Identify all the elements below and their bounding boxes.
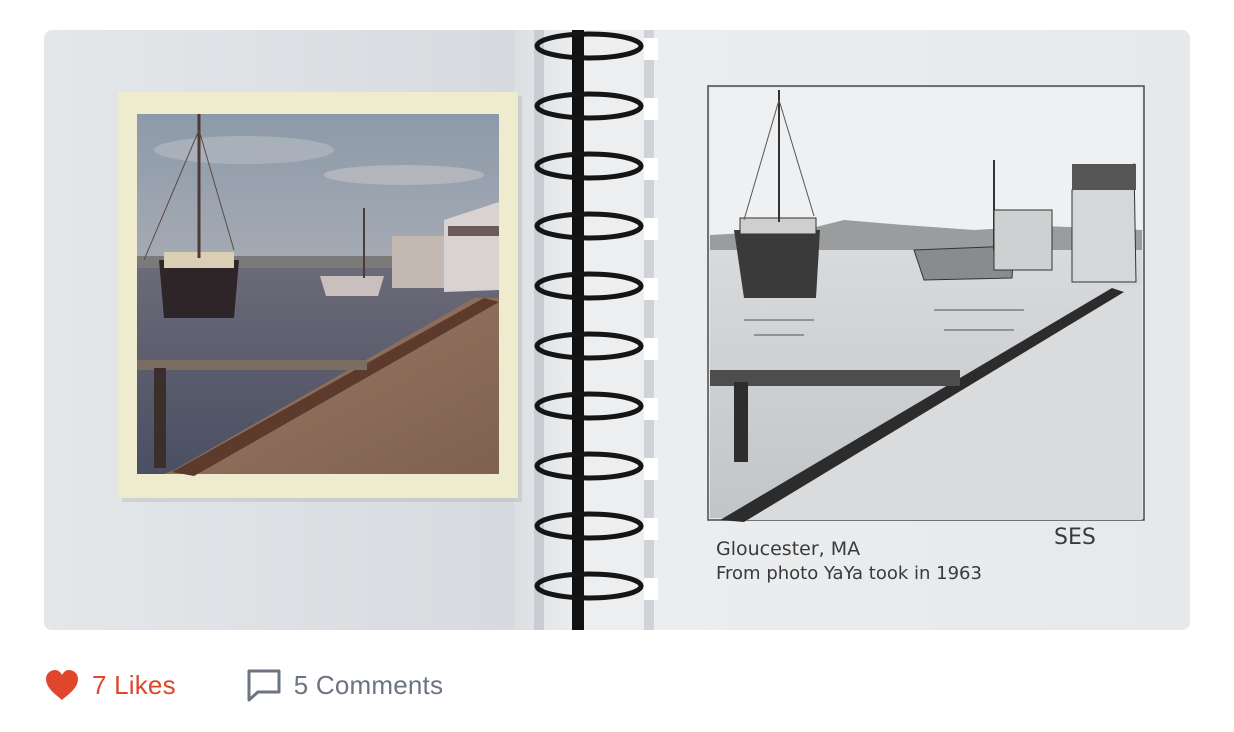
polaroid-photo (118, 92, 522, 502)
comment-bubble-icon (246, 668, 282, 702)
like-button[interactable]: 7 Likes (44, 669, 176, 701)
likes-count-label: 7 Likes (92, 669, 176, 700)
sketchbook-photo: Gloucester, MA From photo YaYa took in 1… (44, 30, 1190, 630)
post-actions: 7 Likes 5 Comments (44, 660, 443, 710)
comments-button[interactable]: 5 Comments (246, 668, 443, 702)
sketch-signature: SES (1054, 525, 1096, 550)
heart-icon (44, 669, 80, 701)
post-image[interactable]: Gloucester, MA From photo YaYa took in 1… (44, 30, 1190, 630)
sketch-caption-location: Gloucester, MA (716, 538, 860, 560)
pencil-sketch (707, 85, 1145, 522)
comments-count-label: 5 Comments (293, 669, 444, 700)
sketch-caption-source: From photo YaYa took in 1963 (716, 563, 982, 584)
